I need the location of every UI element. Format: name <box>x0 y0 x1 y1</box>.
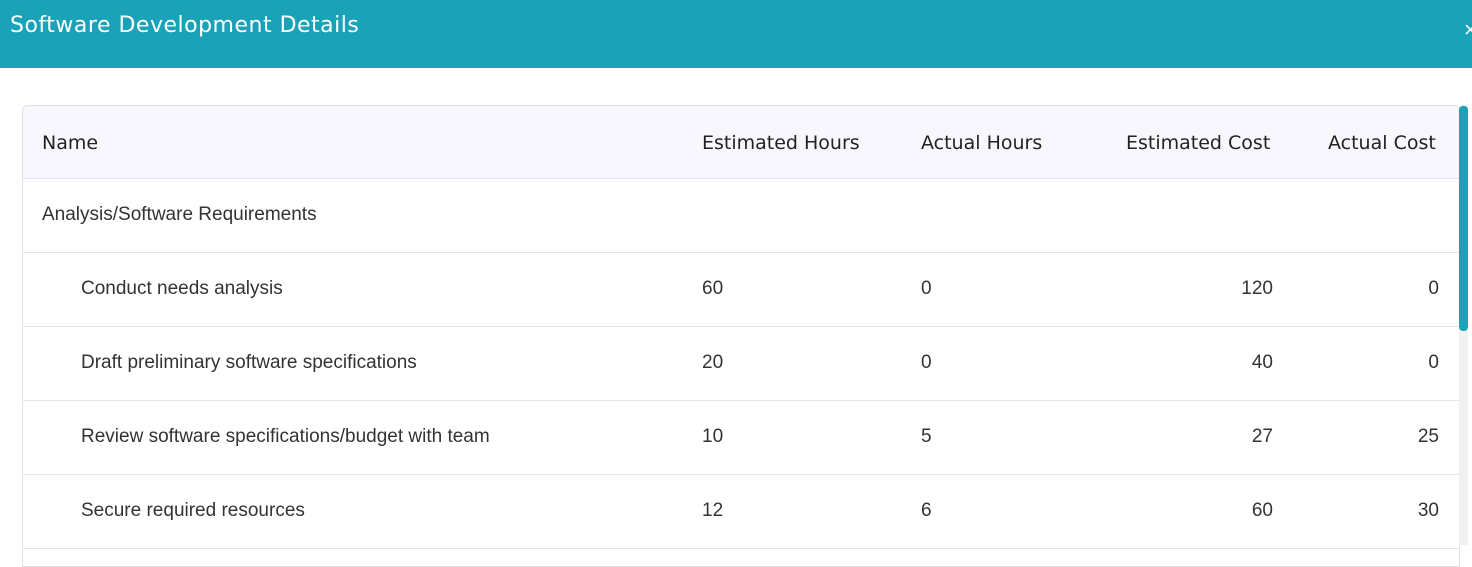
group-row[interactable]: Analysis/Software Requirements <box>23 179 1459 253</box>
column-header-estimated-cost[interactable]: Estimated Cost <box>1126 132 1270 154</box>
actual-hours: 5 <box>921 426 932 447</box>
actual-cost: 0 <box>1428 352 1439 373</box>
table-row[interactable]: Secure required resources 12 6 60 30 <box>23 475 1459 549</box>
group-name: Analysis/Software Requirements <box>42 204 317 225</box>
dialog-title: Software Development Details <box>10 13 360 38</box>
task-name: Conduct needs analysis <box>81 278 283 299</box>
close-icon[interactable]: × <box>1464 18 1472 42</box>
estimated-hours: 10 <box>702 426 724 447</box>
actual-hours: 6 <box>921 500 932 521</box>
estimated-cost: 40 <box>1251 352 1273 373</box>
scrollbar-thumb[interactable] <box>1459 106 1468 331</box>
actual-cost: 0 <box>1428 278 1439 299</box>
details-grid: Name Estimated Hours Actual Hours Estima… <box>22 105 1460 567</box>
column-header-actual-cost[interactable]: Actual Cost <box>1328 132 1436 154</box>
task-name: Secure required resources <box>81 500 305 521</box>
estimated-cost: 27 <box>1251 426 1273 447</box>
table-row[interactable]: Conduct needs analysis 60 0 120 0 <box>23 253 1459 327</box>
task-name: Review software specifications/budget wi… <box>81 426 490 447</box>
estimated-cost: 120 <box>1241 278 1273 299</box>
estimated-cost: 60 <box>1251 500 1273 521</box>
grid-header: Name Estimated Hours Actual Hours Estima… <box>23 106 1459 179</box>
column-header-estimated-hours[interactable]: Estimated Hours <box>702 132 860 154</box>
table-row[interactable]: Review software specifications/budget wi… <box>23 401 1459 475</box>
estimated-hours: 60 <box>702 278 724 299</box>
dialog-header: Software Development Details × <box>0 0 1472 68</box>
actual-hours: 0 <box>921 352 932 373</box>
table-row[interactable]: Draft preliminary software specification… <box>23 327 1459 401</box>
task-name: Draft preliminary software specification… <box>81 352 417 373</box>
actual-cost: 25 <box>1417 426 1439 447</box>
column-header-name[interactable]: Name <box>42 132 98 154</box>
actual-cost: 30 <box>1417 500 1439 521</box>
estimated-hours: 12 <box>702 500 724 521</box>
actual-hours: 0 <box>921 278 932 299</box>
column-header-actual-hours[interactable]: Actual Hours <box>921 132 1042 154</box>
estimated-hours: 20 <box>702 352 724 373</box>
